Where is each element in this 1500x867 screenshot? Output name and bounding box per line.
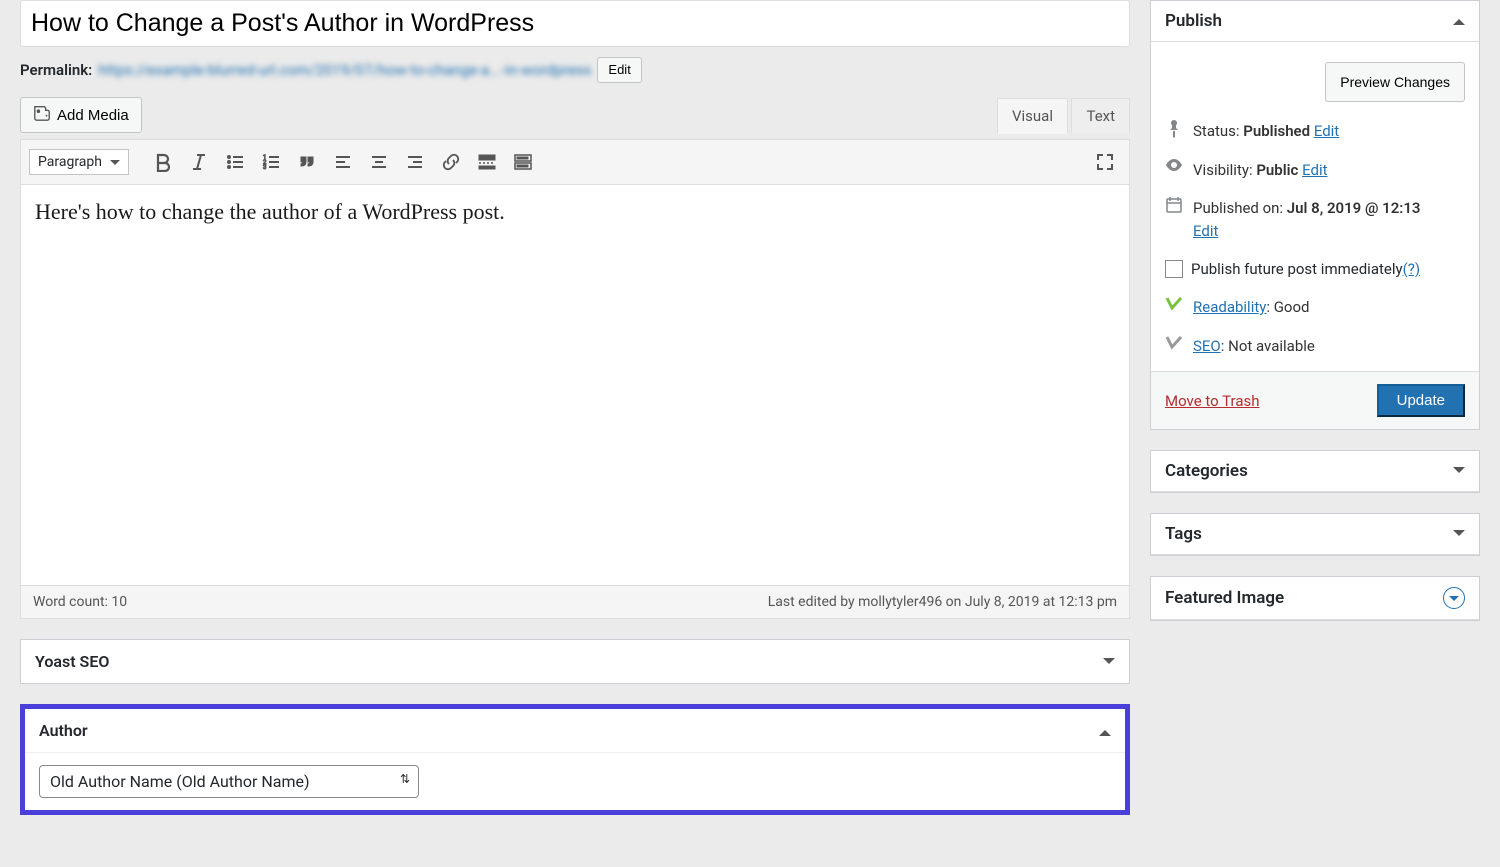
published-on-label: Published on: Jul 8, 2019 @ 12:13Edit [1193,197,1465,242]
preview-changes-button[interactable]: Preview Changes [1325,62,1465,102]
date-edit-link[interactable]: Edit [1193,222,1218,240]
visibility-label: Visibility: Public Edit [1193,159,1465,182]
fullscreen-icon[interactable] [1089,146,1121,178]
yoast-seo-icon [1165,335,1183,353]
featured-image-header[interactable]: Featured Image [1151,577,1479,620]
permalink-label: Permalink: [20,61,92,79]
categories-header[interactable]: Categories [1151,451,1479,492]
editor-toolbar: Paragraph 123 [21,140,1129,185]
author-box: Author Old Author Name (Old Author Name) [20,704,1130,815]
future-post-checkbox[interactable] [1165,260,1183,278]
update-button[interactable]: Update [1377,384,1465,417]
pin-icon [1165,120,1183,138]
eye-icon [1165,159,1183,171]
future-help-link[interactable]: (?) [1403,260,1420,278]
bold-icon[interactable] [147,146,179,178]
tags-header[interactable]: Tags [1151,514,1479,555]
bullet-list-icon[interactable] [219,146,251,178]
status-edit-link[interactable]: Edit [1314,122,1339,140]
publish-box: Publish Preview Changes Status: Publishe… [1150,0,1480,430]
permalink-url[interactable]: https://example-blurred-url.com/2019/07/… [98,61,591,79]
align-left-icon[interactable] [327,146,359,178]
featured-image-box: Featured Image [1150,576,1480,621]
yoast-seo-box: Yoast SEO [20,639,1130,684]
toolbar-toggle-icon[interactable] [507,146,539,178]
status-label: Status: Published Edit [1193,120,1465,143]
author-select[interactable]: Old Author Name (Old Author Name) [39,765,419,798]
chevron-down-icon [1103,658,1115,670]
align-center-icon[interactable] [363,146,395,178]
permalink-row: Permalink: https://example-blurred-url.c… [20,57,1130,83]
yoast-readability-icon [1165,296,1183,314]
seo-link[interactable]: SEO [1193,337,1221,355]
yoast-seo-header[interactable]: Yoast SEO [21,640,1129,683]
editor-status-bar: Word count: 10 Last edited by mollytyler… [21,585,1129,618]
readability-link[interactable]: Readability [1193,298,1266,316]
link-icon[interactable] [435,146,467,178]
chevron-up-icon [1453,13,1465,25]
align-right-icon[interactable] [399,146,431,178]
numbered-list-icon[interactable]: 123 [255,146,287,178]
calendar-icon [1165,197,1183,213]
blockquote-icon[interactable] [291,146,323,178]
tab-text[interactable]: Text [1071,98,1130,133]
publish-box-header[interactable]: Publish [1151,1,1479,42]
format-select[interactable]: Paragraph [29,149,129,175]
visibility-edit-link[interactable]: Edit [1302,161,1327,179]
categories-box: Categories [1150,450,1480,493]
author-box-header[interactable]: Author [25,709,1125,753]
chevron-up-icon [1099,721,1111,736]
future-post-label: Publish future post immediately(?) [1191,260,1420,278]
chevron-down-circle-icon [1443,587,1465,609]
tags-box: Tags [1150,513,1480,556]
move-to-trash-link[interactable]: Move to Trash [1165,392,1259,410]
add-media-label: Add Media [57,107,129,124]
tab-visual[interactable]: Visual [997,98,1068,134]
word-count: Word count: 10 [33,594,127,610]
add-media-button[interactable]: Add Media [20,97,142,133]
permalink-edit-button[interactable]: Edit [597,57,641,83]
svg-text:3: 3 [263,164,266,171]
readability-label: Readability: Good [1193,296,1465,319]
editor: Paragraph 123 Here's how to change the a… [20,139,1130,619]
italic-icon[interactable] [183,146,215,178]
chevron-down-icon [1453,530,1465,542]
seo-label: SEO: Not available [1193,335,1465,358]
last-edited-label: Last edited by mollytyler496 on July 8, … [768,594,1117,610]
read-more-icon[interactable] [471,146,503,178]
editor-tabs: Visual Text [997,98,1130,134]
media-icon [33,104,51,126]
chevron-down-icon [1453,467,1465,479]
post-title-input[interactable] [20,0,1130,47]
content-editor[interactable]: Here's how to change the author of a Wor… [21,185,1129,585]
